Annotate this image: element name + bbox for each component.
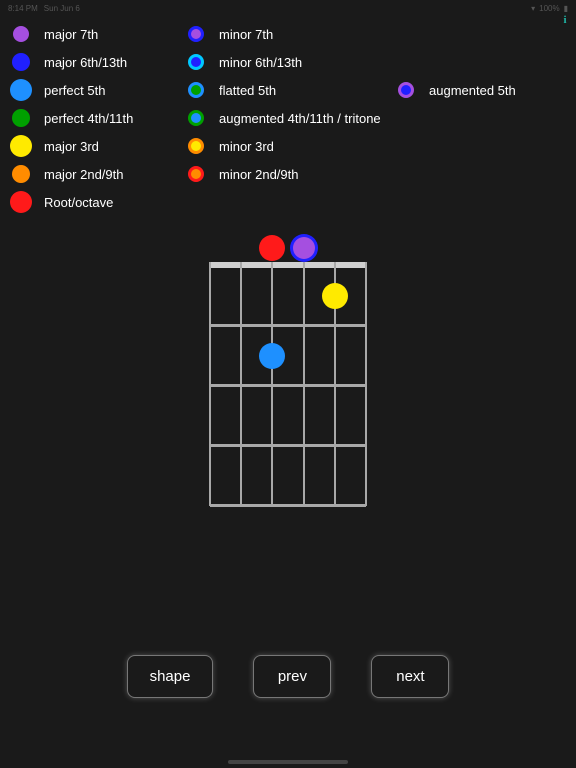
legend-dot-icon (10, 191, 32, 213)
legend-label: augmented 5th (429, 83, 516, 98)
legend-label: minor 2nd/9th (219, 167, 299, 182)
string-line (271, 262, 273, 506)
legend-label: major 7th (44, 27, 98, 42)
legend-dot-icon (12, 165, 30, 183)
controls: shape prev next (0, 655, 576, 698)
status-date: Sun Jun 6 (44, 4, 80, 13)
legend-cell: flatted 5th (187, 82, 397, 98)
legend-label: minor 7th (219, 27, 273, 42)
home-indicator (228, 760, 348, 764)
legend-cell: perfect 4th/11th (12, 109, 187, 127)
legend-dot-icon (10, 79, 32, 101)
legend-cell: minor 7th (187, 26, 397, 42)
legend-label: major 3rd (44, 139, 99, 154)
legend-label: Root/octave (44, 195, 113, 210)
legend-label: minor 3rd (219, 139, 274, 154)
string-line (240, 262, 242, 506)
legend-dot-icon (188, 54, 204, 70)
legend-row: major 7th minor 7th (12, 20, 564, 48)
shape-button[interactable]: shape (127, 655, 214, 698)
battery-label: 100% (539, 4, 559, 13)
fret-note-icon (259, 235, 285, 261)
fret-note-icon (322, 283, 348, 309)
battery-icon: ▮ (564, 4, 568, 13)
status-time: 8:14 PM (8, 4, 38, 13)
legend-dot-icon (12, 109, 30, 127)
legend: major 7th minor 7th major 6th/13th minor 6t… (0, 16, 576, 216)
legend-cell: perfect 5th (12, 79, 187, 101)
legend-cell: major 3rd (12, 135, 187, 157)
legend-row: major 2nd/9th minor 2nd/9th (12, 160, 564, 188)
legend-row: perfect 5th flatted 5th augmented 5th (12, 76, 564, 104)
fret-line (210, 384, 366, 387)
prev-button[interactable]: prev (253, 655, 331, 698)
fret-note-icon (293, 237, 315, 259)
fretboard (210, 234, 366, 524)
legend-row: perfect 4th/11th augmented 4th/11th / tri… (12, 104, 564, 132)
legend-dot-icon (10, 135, 32, 157)
legend-dot-icon (188, 82, 204, 98)
legend-row: major 3rd minor 3rd (12, 132, 564, 160)
fretboard-container (0, 234, 576, 524)
string-line (365, 262, 367, 506)
legend-label: augmented 4th/11th / tritone (219, 111, 381, 126)
fret-line (210, 324, 366, 327)
fret-line (210, 504, 366, 507)
legend-cell: Root/octave (12, 191, 187, 213)
fret-note-icon (259, 343, 285, 369)
legend-dot-icon (12, 53, 30, 71)
legend-dot-icon (188, 110, 204, 126)
legend-dot-icon (13, 26, 29, 42)
legend-dot-icon (188, 26, 204, 42)
legend-label: flatted 5th (219, 83, 276, 98)
legend-row: major 6th/13th minor 6th/13th (12, 48, 564, 76)
status-bar: 8:14 PM Sun Jun 6 ▾ 100% ▮ (0, 0, 576, 16)
legend-dot-icon (188, 166, 204, 182)
legend-cell: major 6th/13th (12, 53, 187, 71)
legend-dot-icon (188, 138, 204, 154)
legend-cell: augmented 5th (397, 82, 516, 98)
legend-cell: major 2nd/9th (12, 165, 187, 183)
legend-dot-icon (398, 82, 414, 98)
legend-cell: augmented 4th/11th / tritone (187, 110, 397, 126)
string-line (303, 262, 305, 506)
wifi-icon: ▾ (531, 4, 535, 13)
legend-cell: minor 6th/13th (187, 54, 397, 70)
legend-label: major 2nd/9th (44, 167, 124, 182)
legend-label: perfect 4th/11th (44, 111, 133, 126)
legend-row: Root/octave (12, 188, 564, 216)
legend-cell: minor 3rd (187, 138, 397, 154)
next-button[interactable]: next (371, 655, 449, 698)
nut (210, 262, 366, 268)
string-line (209, 262, 211, 506)
legend-label: perfect 5th (44, 83, 105, 98)
legend-cell: minor 2nd/9th (187, 166, 397, 182)
info-button[interactable]: i (560, 14, 570, 24)
legend-label: major 6th/13th (44, 55, 127, 70)
fret-line (210, 444, 366, 447)
legend-cell: major 7th (12, 26, 187, 42)
legend-label: minor 6th/13th (219, 55, 302, 70)
